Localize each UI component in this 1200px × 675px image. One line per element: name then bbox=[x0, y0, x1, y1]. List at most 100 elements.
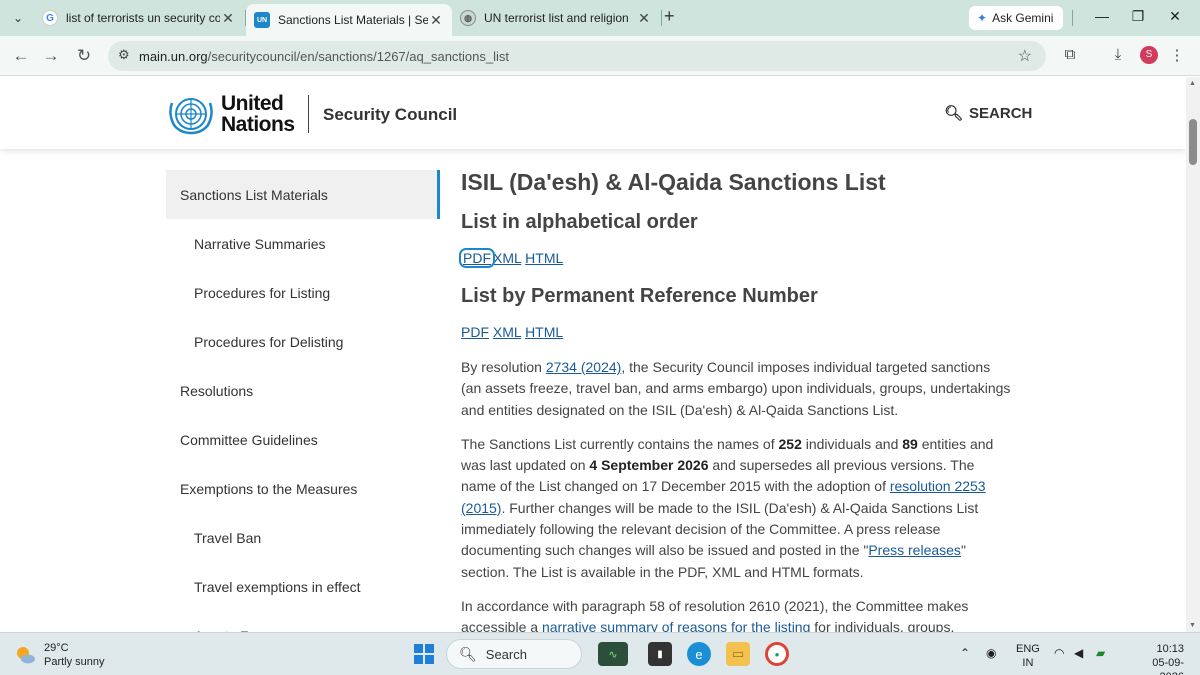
tab-separator bbox=[1072, 10, 1073, 26]
profile-avatar[interactable]: S bbox=[1140, 46, 1158, 64]
scrollbar-thumb[interactable] bbox=[1189, 119, 1197, 165]
back-arrow-icon[interactable]: ← bbox=[10, 45, 32, 67]
partly-sunny-icon bbox=[17, 647, 35, 664]
download-icon[interactable]: ⤓ bbox=[1108, 46, 1128, 63]
windows-start-icon[interactable] bbox=[414, 644, 434, 664]
tab-google-search[interactable]: G list of terrorists un security cou ✕ bbox=[34, 4, 244, 32]
tab-title: UN terrorist list and religion bbox=[484, 11, 629, 25]
close-window-icon[interactable]: ✕ bbox=[1165, 8, 1185, 25]
logo-line-2: Nations bbox=[221, 113, 295, 136]
task-view-icon[interactable]: ▮ bbox=[648, 642, 672, 666]
resolution-2734-link[interactable]: 2734 (2024) bbox=[546, 359, 622, 375]
close-tab-icon[interactable]: ✕ bbox=[636, 10, 652, 27]
prn-links: PDF XML HTML bbox=[461, 321, 1011, 343]
text-run: By resolution bbox=[461, 359, 546, 375]
alphabetical-heading: List in alphabetical order bbox=[461, 211, 698, 233]
url-path: /securitycouncil/en/sanctions/1267/aq_sa… bbox=[207, 49, 509, 64]
sidebar-item-resolutions[interactable]: Resolutions bbox=[166, 366, 440, 415]
url-text: main.un.org/securitycouncil/en/sanctions… bbox=[139, 49, 509, 64]
un-favicon-icon: UN bbox=[254, 12, 270, 28]
file-explorer-icon[interactable]: ▭ bbox=[726, 642, 750, 666]
weather-widget[interactable]: 29°C Partly sunny bbox=[14, 641, 105, 669]
gemini-label: Ask Gemini bbox=[992, 11, 1054, 25]
ask-gemini-button[interactable]: ✦ Ask Gemini bbox=[969, 6, 1063, 30]
new-tab-button[interactable]: + bbox=[664, 6, 675, 27]
alphabetical-links: PDF XML HTML bbox=[459, 247, 1011, 269]
lang-code: ENG bbox=[1016, 643, 1040, 655]
stock-widget-icon[interactable]: ∿ bbox=[598, 642, 628, 666]
tab-title: Sanctions List Materials | Securit bbox=[278, 13, 428, 27]
prn-xml-link[interactable]: XML bbox=[493, 324, 521, 340]
press-releases-link[interactable]: Press releases bbox=[868, 542, 961, 558]
header-divider bbox=[308, 95, 309, 133]
text-run: The Sanctions List currently contains th… bbox=[461, 435, 779, 452]
un-wordmark[interactable]: United Nations bbox=[221, 93, 295, 135]
taskbar-search-label: Search bbox=[485, 646, 527, 662]
edge-browser-icon[interactable]: e bbox=[687, 642, 711, 666]
sidebar-item-committee-guidelines[interactable]: Committee Guidelines bbox=[166, 415, 440, 464]
battery-icon[interactable]: ▰ bbox=[1096, 646, 1105, 660]
sidebar-item-narrative-summaries[interactable]: Narrative Summaries bbox=[166, 219, 440, 268]
entities-count: 89 bbox=[902, 435, 918, 452]
address-bar[interactable]: ⚙ main.un.org/securitycouncil/en/sanctio… bbox=[108, 41, 1046, 71]
system-clock[interactable]: 10:13 05-09-2026 bbox=[1128, 642, 1184, 675]
tab-un-terrorist-list[interactable]: ◍ UN terrorist list and religion ✕ bbox=[452, 4, 660, 32]
alphabetical-xml-link[interactable]: XML bbox=[493, 250, 521, 266]
language-indicator[interactable]: ENG IN bbox=[1016, 642, 1040, 670]
logo-line-1: United bbox=[221, 92, 284, 115]
sidebar-item-travel-exemptions[interactable]: Travel exemptions in effect bbox=[166, 562, 440, 611]
forward-arrow-icon[interactable]: → bbox=[40, 45, 62, 67]
sidebar-item-procedures-listing[interactable]: Procedures for Listing bbox=[166, 268, 440, 317]
close-tab-icon[interactable]: ✕ bbox=[428, 12, 444, 29]
menu-kebab-icon[interactable]: ⋮ bbox=[1167, 46, 1187, 64]
restore-icon[interactable]: ❐ bbox=[1128, 8, 1148, 25]
show-hidden-icons-chevron[interactable]: ⌃ bbox=[960, 646, 970, 660]
weather-temp: 29°C bbox=[44, 642, 69, 654]
section-title[interactable]: Security Council bbox=[323, 105, 457, 125]
site-search-button[interactable]: 🔍︎ SEARCH bbox=[944, 104, 1033, 123]
url-domain: main.un.org bbox=[139, 49, 208, 64]
un-emblem-icon[interactable] bbox=[166, 93, 216, 135]
site-settings-icon[interactable]: ⚙ bbox=[118, 47, 130, 63]
bookmark-star-icon[interactable]: ☆ bbox=[1018, 46, 1032, 66]
minimize-icon[interactable]: — bbox=[1092, 8, 1112, 24]
wifi-icon[interactable]: ◠ bbox=[1054, 646, 1064, 660]
close-tab-icon[interactable]: ✕ bbox=[220, 10, 236, 27]
prn-pdf-link[interactable]: PDF bbox=[461, 324, 489, 340]
sidebar-item-assets-freeze[interactable]: Assets Freeze bbox=[166, 611, 440, 633]
lang-region: IN bbox=[1022, 657, 1034, 669]
chrome-icon[interactable]: ● bbox=[765, 642, 789, 666]
extensions-icon[interactable]: ⧉ bbox=[1060, 46, 1080, 63]
prn-heading: List by Permanent Reference Number bbox=[461, 285, 818, 307]
weather-desc: Partly sunny bbox=[44, 656, 105, 668]
tab-search-chevron-icon[interactable]: ⌄ bbox=[8, 8, 28, 28]
search-icon: 🔍︎ bbox=[944, 105, 964, 122]
scroll-down-icon[interactable]: ▼ bbox=[1189, 622, 1196, 629]
sidebar-item-exemptions[interactable]: Exemptions to the Measures bbox=[166, 464, 440, 513]
clock-date: 05-09-2026 bbox=[1152, 657, 1184, 675]
reload-icon[interactable]: ↻ bbox=[73, 45, 95, 67]
intro-paragraph: By resolution 2734 (2024), the Security … bbox=[461, 357, 1011, 421]
tab-title: list of terrorists un security cou bbox=[66, 11, 220, 25]
narrative-summary-link[interactable]: narrative summary of reasons for the lis… bbox=[542, 619, 810, 632]
tab-sanctions-list[interactable]: UN Sanctions List Materials | Securit ✕ bbox=[246, 4, 452, 36]
network-camera-icon[interactable]: ◉ bbox=[986, 646, 996, 660]
search-label: SEARCH bbox=[969, 104, 1033, 122]
sidebar-nav: Sanctions List Materials Narrative Summa… bbox=[166, 170, 440, 632]
sidebar-item-travel-ban[interactable]: Travel Ban bbox=[166, 513, 440, 562]
sidebar-item-procedures-delisting[interactable]: Procedures for Delisting bbox=[166, 317, 440, 366]
globe-icon: ◍ bbox=[460, 10, 476, 26]
volume-icon[interactable]: ◀ bbox=[1074, 646, 1083, 660]
individuals-count: 252 bbox=[778, 435, 802, 452]
taskbar-search[interactable]: 🔍︎ Search bbox=[446, 639, 582, 669]
tab-strip: ⌄ G list of terrorists un security cou ✕… bbox=[0, 0, 1200, 36]
text-run: for individuals, groups, bbox=[810, 619, 955, 632]
scroll-up-icon[interactable]: ▲ bbox=[1189, 80, 1196, 87]
prn-html-link[interactable]: HTML bbox=[525, 324, 563, 340]
page-scrollbar[interactable]: ▲ ▼ bbox=[1186, 77, 1200, 632]
page-title: ISIL (Da'esh) & Al-Qaida Sanctions List bbox=[461, 169, 886, 195]
windows-taskbar: 29°C Partly sunny 🔍︎ Search ∿ ▮ e ▭ ● ⌃ … bbox=[0, 632, 1200, 675]
sidebar-item-sanctions-list-materials[interactable]: Sanctions List Materials bbox=[166, 170, 440, 219]
alphabetical-html-link[interactable]: HTML bbox=[525, 250, 563, 266]
alphabetical-pdf-link[interactable]: PDF bbox=[459, 248, 495, 268]
